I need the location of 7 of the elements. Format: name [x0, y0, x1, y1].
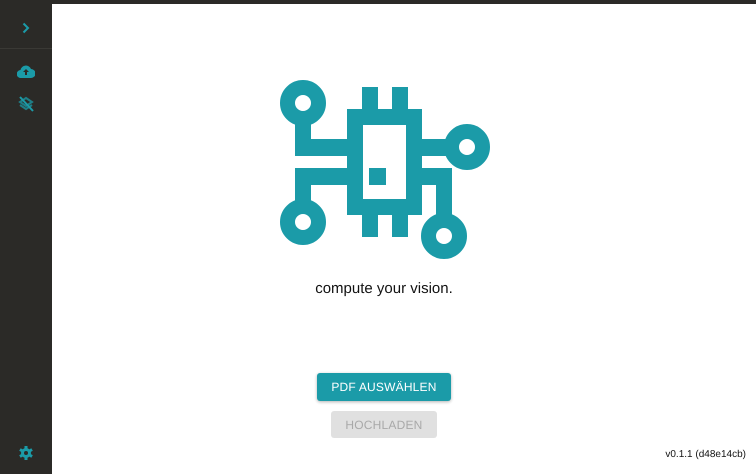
version-label: v0.1.1 (d48e14cb) [665, 449, 746, 460]
select-pdf-button[interactable]: PDF AUSWÄHLEN [317, 373, 451, 401]
tagline: compute your vision. [315, 280, 453, 297]
layers-off-icon[interactable] [18, 96, 34, 112]
settings-icon[interactable] [19, 446, 33, 460]
cloud-upload-icon[interactable] [17, 65, 35, 78]
chevron-right-icon[interactable] [22, 22, 30, 34]
